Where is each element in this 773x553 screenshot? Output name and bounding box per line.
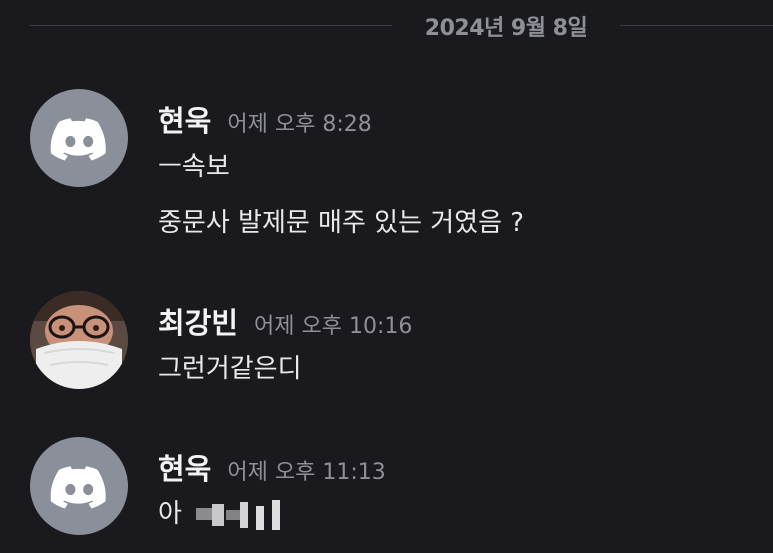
- divider-line-left: [30, 25, 392, 26]
- message-header: 최강빈 어제 오후 10:16: [158, 300, 412, 342]
- author-name[interactable]: 현욱: [158, 104, 211, 138]
- date-divider-label: 2024년 9월 8일: [424, 16, 588, 41]
- message-content: 그런거같은디: [158, 354, 302, 384]
- message-text: 아: [158, 499, 182, 529]
- message-timestamp: 어제 오후 10:16: [254, 314, 413, 339]
- message-content: 중문사 발제문 매주 있는 거였음 ?: [158, 208, 525, 238]
- message-content: ㅡ속보: [158, 152, 230, 182]
- date-divider: 2024년 9월 8일: [0, 0, 773, 52]
- message-header: 현욱 어제 오후 11:13: [158, 446, 386, 488]
- message-content: 아: [158, 493, 284, 530]
- author-name[interactable]: 최강빈: [158, 306, 238, 340]
- discord-avatar-icon[interactable]: [30, 437, 128, 535]
- chat-messages: 2024년 9월 8일 현욱 어제 오후 8:28 ㅡ속보 중문사 발제문 매주 …: [0, 0, 773, 553]
- divider-line-right: [620, 25, 773, 26]
- message-header: 현욱 어제 오후 8:28: [158, 98, 372, 140]
- author-name[interactable]: 현욱: [158, 452, 211, 486]
- message-timestamp: 어제 오후 8:28: [227, 112, 372, 137]
- discord-avatar-icon[interactable]: [30, 89, 128, 187]
- mosaic-censor: [195, 499, 284, 530]
- profile-photo-avatar[interactable]: [30, 291, 128, 389]
- message-timestamp: 어제 오후 11:13: [227, 460, 386, 485]
